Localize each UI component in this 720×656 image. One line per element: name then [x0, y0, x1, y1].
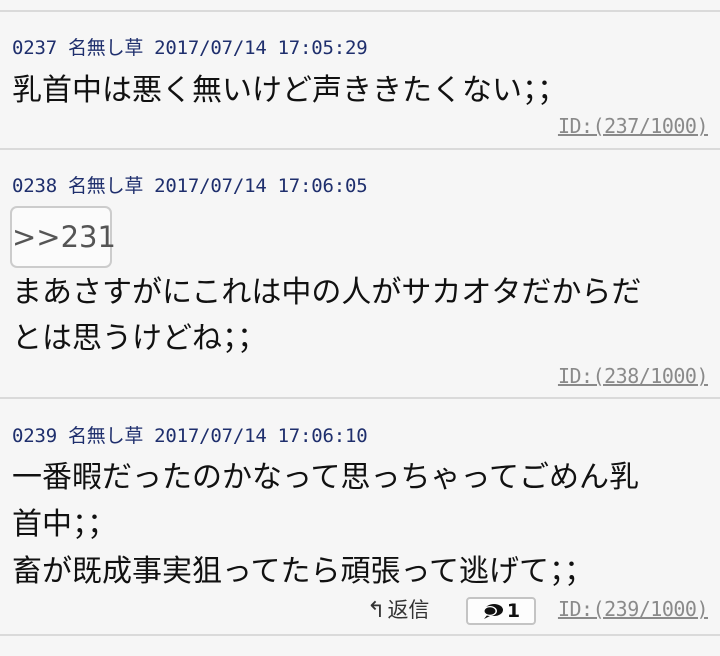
reply-button[interactable]: ↰返信 — [367, 594, 429, 624]
speech-bubble-icon — [482, 604, 503, 619]
post-body-line: 一番暇だったのかなって思っちゃってごめん乳 — [12, 460, 639, 495]
reply-arrow-icon: ↰ — [367, 598, 386, 623]
reply-count-button[interactable]: 1 — [466, 597, 536, 625]
post-body-line: 乳首中は悪く無いけど声ききたくない；； — [12, 73, 567, 108]
post-body-line: まあさすがにこれは中の人がサカオタだからだ — [12, 275, 642, 310]
post-body-line: 首中；； — [12, 507, 117, 542]
post-header: 0237 名無し草 2017/07/14 17:05:29 — [12, 33, 368, 60]
post-number[interactable]: 0239 — [12, 425, 57, 447]
divider — [0, 10, 720, 12]
reply-button-label: 返信 — [387, 598, 430, 622]
post-body-line: 畜が既成事実狙ってたら頑張って逃げて；； — [12, 554, 594, 589]
post-number[interactable]: 0237 — [12, 37, 57, 59]
post-date: 2017/07/14 — [154, 37, 267, 59]
post-id-link[interactable]: ID:(238/1000) — [558, 364, 709, 388]
post-id-link[interactable]: ID:(239/1000) — [558, 597, 709, 621]
poster-name: 名無し草 — [67, 175, 144, 197]
post-date: 2017/07/14 — [154, 425, 267, 447]
post-header: 0238 名無し草 2017/07/14 17:06:05 — [12, 171, 368, 198]
post-header: 0239 名無し草 2017/07/14 17:06:10 — [12, 421, 368, 448]
poster-name: 名無し草 — [67, 37, 144, 59]
post-date: 2017/07/14 — [154, 175, 267, 197]
post-time: 17:05:29 — [277, 37, 368, 59]
divider — [0, 148, 720, 150]
reply-anchor-link[interactable]: >>231 — [10, 206, 116, 268]
post-body-line: とは思うけどね；； — [12, 321, 267, 356]
divider — [0, 634, 720, 636]
divider — [0, 397, 720, 399]
post-time: 17:06:05 — [277, 175, 368, 197]
poster-name: 名無し草 — [67, 425, 144, 447]
post-id-link[interactable]: ID:(237/1000) — [558, 114, 709, 138]
post-time: 17:06:10 — [277, 425, 368, 447]
post-number[interactable]: 0238 — [12, 175, 57, 197]
reply-count: 1 — [506, 600, 521, 622]
